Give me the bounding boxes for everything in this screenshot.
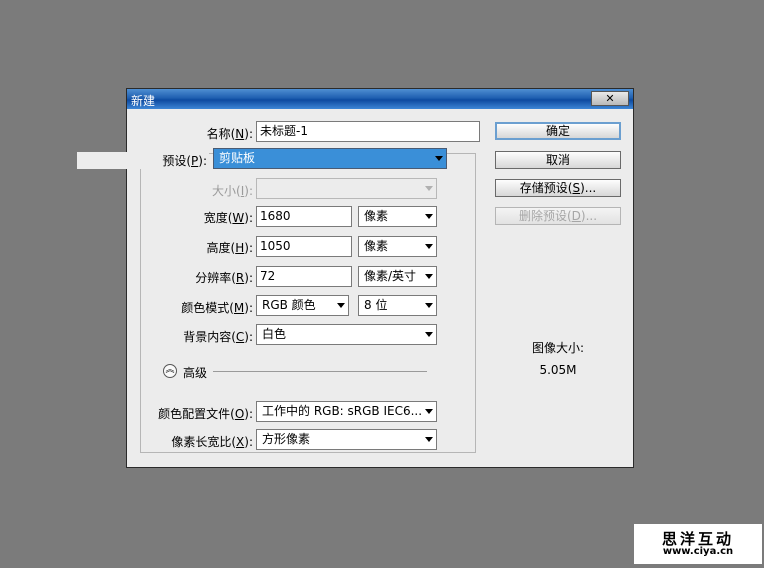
chevron-down-icon: [337, 303, 345, 308]
size-select[interactable]: [256, 178, 437, 199]
preset-select[interactable]: 剪贴板: [213, 148, 447, 169]
name-label: 名称(N):: [206, 127, 253, 141]
chevron-down-icon: [425, 332, 433, 337]
cancel-button[interactable]: 取消: [495, 151, 621, 169]
chevron-down-icon: [425, 437, 433, 442]
image-size-value: 5.05M: [539, 363, 577, 377]
chevron-down-icon: [425, 214, 433, 219]
height-label: 高度(H):: [206, 241, 253, 255]
chevron-down-icon: [435, 156, 443, 161]
color-profile-select[interactable]: 工作中的 RGB: sRGB IEC6...: [256, 401, 437, 422]
preset-label: 预设(P):: [77, 152, 209, 169]
image-size-label: 图像大小:: [531, 341, 585, 355]
resolution-input[interactable]: 72: [256, 266, 352, 287]
width-unit-select[interactable]: 像素: [358, 206, 437, 227]
color-profile-label: 颜色配置文件(O):: [158, 407, 253, 421]
new-document-dialog: 新建 ✕ 名称(N): 未标题-1 预设(P): 剪贴板 大小(I): 宽度(W…: [77, 88, 634, 468]
width-input[interactable]: 1680: [256, 206, 352, 227]
delete-preset-button[interactable]: 删除预设(D)...: [495, 207, 621, 225]
width-label: 宽度(W):: [203, 211, 253, 225]
pixel-aspect-label: 像素长宽比(X):: [171, 435, 253, 449]
chevron-down-icon: [425, 186, 433, 191]
color-mode-select[interactable]: RGB 颜色: [256, 295, 349, 316]
background-select[interactable]: 白色: [256, 324, 437, 345]
ok-button[interactable]: 确定: [495, 122, 621, 140]
save-preset-button[interactable]: 存储预设(S)...: [495, 179, 621, 197]
height-unit-select[interactable]: 像素: [358, 236, 437, 257]
watermark: 思洋互动 www.ciya.cn: [634, 524, 762, 564]
color-mode-label: 颜色模式(M):: [181, 301, 253, 315]
watermark-url: www.ciya.cn: [662, 546, 734, 557]
chevron-down-icon: [425, 274, 433, 279]
resolution-unit-select[interactable]: 像素/英寸: [358, 266, 437, 287]
chevron-down-icon: [425, 244, 433, 249]
bit-depth-select[interactable]: 8 位: [358, 295, 437, 316]
size-label: 大小(I):: [212, 184, 253, 198]
height-input[interactable]: 1050: [256, 236, 352, 257]
background-label: 背景内容(C):: [183, 330, 253, 344]
chevron-down-icon: [425, 303, 433, 308]
chevron-up-icon[interactable]: ︽: [163, 364, 177, 378]
advanced-toggle-label[interactable]: 高级: [183, 364, 207, 381]
dialog-titlebar[interactable]: 新建 ✕: [127, 89, 633, 109]
pixel-aspect-select[interactable]: 方形像素: [256, 429, 437, 450]
resolution-label: 分辨率(R):: [195, 271, 253, 285]
dialog-title: 新建: [131, 94, 156, 108]
name-input[interactable]: 未标题-1: [256, 121, 480, 142]
chevron-down-icon: [425, 409, 433, 414]
advanced-divider: [213, 371, 427, 372]
close-icon: ✕: [605, 92, 615, 105]
close-button[interactable]: ✕: [591, 91, 629, 106]
